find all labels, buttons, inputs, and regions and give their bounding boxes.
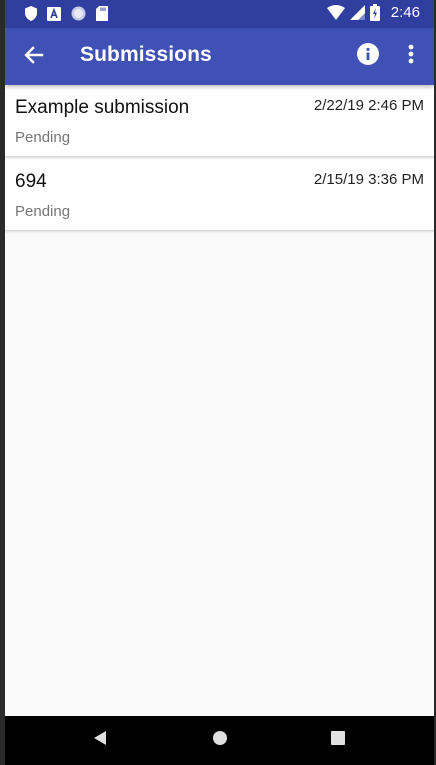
more-vert-icon (408, 44, 414, 69)
nav-back-icon (93, 730, 107, 751)
submission-title: Example submission (15, 97, 190, 118)
shield-icon (25, 6, 37, 21)
signal-icon (349, 5, 365, 20)
info-button[interactable] (355, 42, 381, 70)
info-icon (357, 42, 379, 70)
nav-recents-icon (331, 730, 345, 750)
submission-item[interactable]: Example submission 2/22/19 2:46 PM Pendi… (5, 85, 434, 157)
status-bar: 2:46 (5, 0, 434, 28)
wifi-icon (326, 5, 345, 20)
submission-status: Pending (15, 129, 71, 146)
app-bar: Submissions (5, 28, 434, 85)
submission-title: 694 (15, 171, 47, 192)
battery-icon (369, 4, 380, 21)
submission-list: Example submission 2/22/19 2:46 PM Pendi… (5, 85, 434, 233)
arrow-back-icon (24, 45, 44, 70)
back-button[interactable] (19, 42, 49, 72)
page-title: Submissions (80, 43, 212, 66)
a-badge-icon (47, 6, 61, 21)
nav-back-button[interactable] (88, 728, 112, 752)
more-options-button[interactable] (401, 41, 421, 71)
status-left-icons (25, 6, 108, 21)
status-time: 2:46 (390, 4, 420, 21)
status-right-icons: 2:46 (326, 4, 420, 21)
circle-icon (71, 6, 86, 21)
submission-item[interactable]: 694 2/15/19 3:36 PM Pending (5, 159, 434, 231)
nav-home-button[interactable] (208, 728, 232, 752)
submission-status: Pending (15, 203, 71, 220)
nav-recents-button[interactable] (326, 728, 350, 752)
system-nav-bar (5, 716, 434, 765)
submission-date: 2/22/19 2:46 PM (313, 97, 424, 114)
nav-home-icon (212, 730, 228, 751)
device-screen: 2:46 Submissions Example submission 2/22… (5, 0, 434, 765)
sd-card-icon (96, 6, 108, 21)
submission-date: 2/15/19 3:36 PM (313, 171, 424, 188)
